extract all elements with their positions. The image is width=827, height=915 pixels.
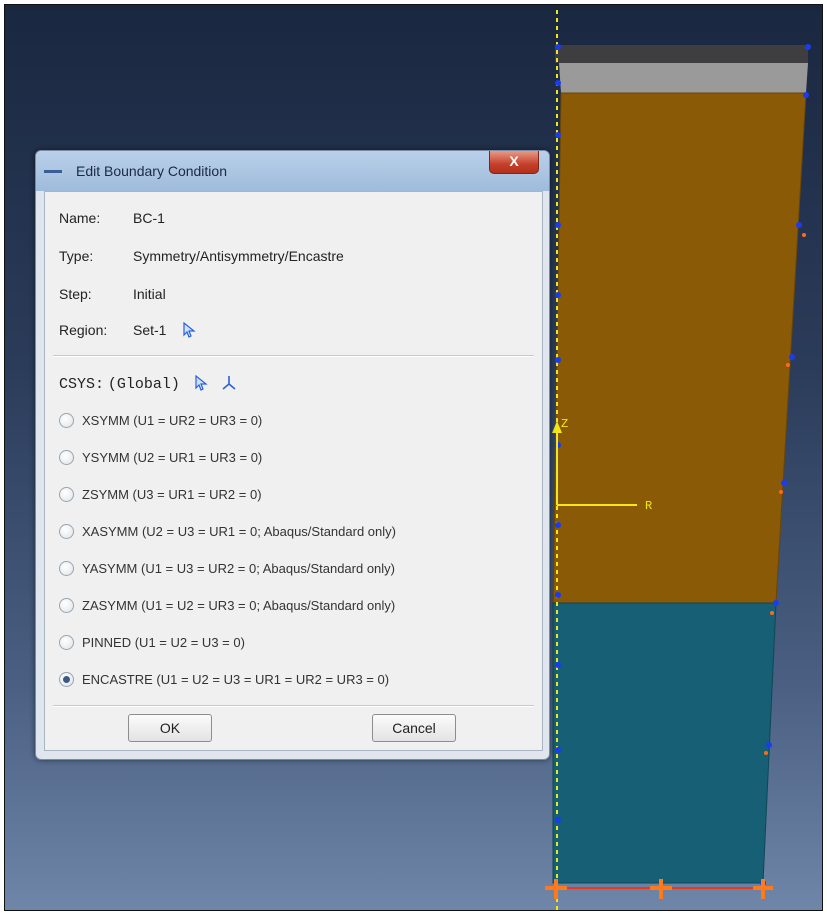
cancel-button[interactable]: Cancel	[372, 714, 456, 742]
screenshot-frame: Z R Edit Boundary Condition X Name: BC-1	[4, 4, 823, 911]
option-encastre[interactable]: ENCASTRE (U1 = U2 = U3 = UR1 = UR2 = UR3…	[59, 669, 389, 691]
model-viewport[interactable]: Z R Edit Boundary Condition X Name: BC-1	[5, 5, 822, 910]
radio-encastre[interactable]	[59, 672, 74, 688]
step-value: Initial	[133, 286, 166, 302]
option-zasymm-label: ZASYMM (U1 = U2 = UR3 = 0; Abaqus/Standa…	[82, 598, 396, 613]
csys-label: CSYS:	[59, 376, 105, 394]
option-ysymm[interactable]: YSYMM (U2 = UR1 = UR3 = 0)	[59, 447, 262, 469]
radio-xasymm[interactable]	[59, 524, 74, 540]
dialog-titlebar[interactable]: Edit Boundary Condition X	[36, 151, 549, 191]
radio-zsymm[interactable]	[59, 487, 74, 503]
type-label: Type:	[59, 248, 94, 264]
radio-ysymm[interactable]	[59, 450, 74, 466]
radio-zasymm[interactable]	[59, 598, 74, 614]
dialog-title: Edit Boundary Condition	[76, 163, 227, 179]
separator	[53, 705, 534, 707]
region-label: Region:	[59, 322, 108, 339]
option-xsymm-label: XSYMM (U1 = UR2 = UR3 = 0)	[82, 413, 263, 428]
radio-pinned[interactable]	[59, 635, 74, 651]
name-label: Name:	[59, 210, 101, 226]
dialog-body: Name: BC-1 Type: Symmetry/Antisymmetry/Enc…	[44, 191, 543, 751]
option-xasymm-label: XASYMM (U2 = U3 = UR1 = 0; Abaqus/Standa…	[82, 524, 396, 539]
part-upper-section[interactable]	[552, 92, 807, 604]
option-encastre-label: ENCASTRE (U1 = U2 = U3 = UR1 = UR2 = UR3…	[82, 672, 390, 687]
arrow-cursor-icon[interactable]	[194, 374, 208, 394]
csys-row: CSYS: (Global)	[59, 374, 238, 395]
triad-z-label: Z	[561, 417, 568, 431]
option-zasymm[interactable]: ZASYMM (U1 = U2 = UR3 = 0; Abaqus/Standa…	[59, 595, 395, 617]
type-value: Symmetry/Antisymmetry/Encastre	[133, 248, 344, 264]
triad-r-label: R	[645, 499, 652, 513]
name-row: Name: BC-1	[59, 210, 165, 226]
separator	[53, 355, 534, 357]
option-ysymm-label: YSYMM (U2 = UR1 = UR3 = 0)	[82, 450, 263, 465]
option-xasymm[interactable]: XASYMM (U2 = U3 = UR1 = 0; Abaqus/Standa…	[59, 521, 396, 543]
type-row: Type: Symmetry/Antisymmetry/Encastre	[59, 248, 344, 264]
region-value: Set-1	[133, 322, 167, 339]
window-menu-icon[interactable]	[44, 170, 62, 173]
part-top-band	[555, 45, 808, 63]
option-yasymm[interactable]: YASYMM (U1 = U3 = UR2 = 0; Abaqus/Standa…	[59, 558, 395, 580]
option-yasymm-label: YASYMM (U1 = U3 = UR2 = 0; Abaqus/Standa…	[82, 561, 395, 576]
radio-yasymm[interactable]	[59, 561, 74, 577]
option-pinned[interactable]: PINNED (U1 = U2 = U3 = 0)	[59, 632, 245, 654]
close-button[interactable]: X	[489, 151, 539, 174]
option-zsymm[interactable]: ZSYMM (U3 = UR1 = UR2 = 0)	[59, 484, 262, 506]
arrow-cursor-icon[interactable]	[182, 321, 197, 341]
edit-boundary-condition-dialog: Edit Boundary Condition X Name: BC-1 Type…	[35, 150, 550, 760]
option-pinned-label: PINNED (U1 = U2 = U3 = 0)	[82, 635, 245, 650]
region-row: Region: Set-1	[59, 321, 197, 341]
ok-button[interactable]: OK	[128, 714, 212, 742]
option-xsymm[interactable]: XSYMM (U1 = UR2 = UR3 = 0)	[59, 410, 262, 432]
datum-csys-icon[interactable]	[220, 374, 238, 395]
option-zsymm-label: ZSYMM (U3 = UR1 = UR2 = 0)	[82, 487, 262, 502]
step-label: Step:	[59, 286, 92, 302]
step-row: Step: Initial	[59, 286, 166, 302]
csys-value: (Global)	[107, 376, 180, 394]
radio-xsymm[interactable]	[59, 413, 74, 429]
part-lower-section[interactable]	[552, 602, 777, 884]
name-value: BC-1	[133, 210, 165, 226]
part-top-band-light	[559, 63, 808, 93]
